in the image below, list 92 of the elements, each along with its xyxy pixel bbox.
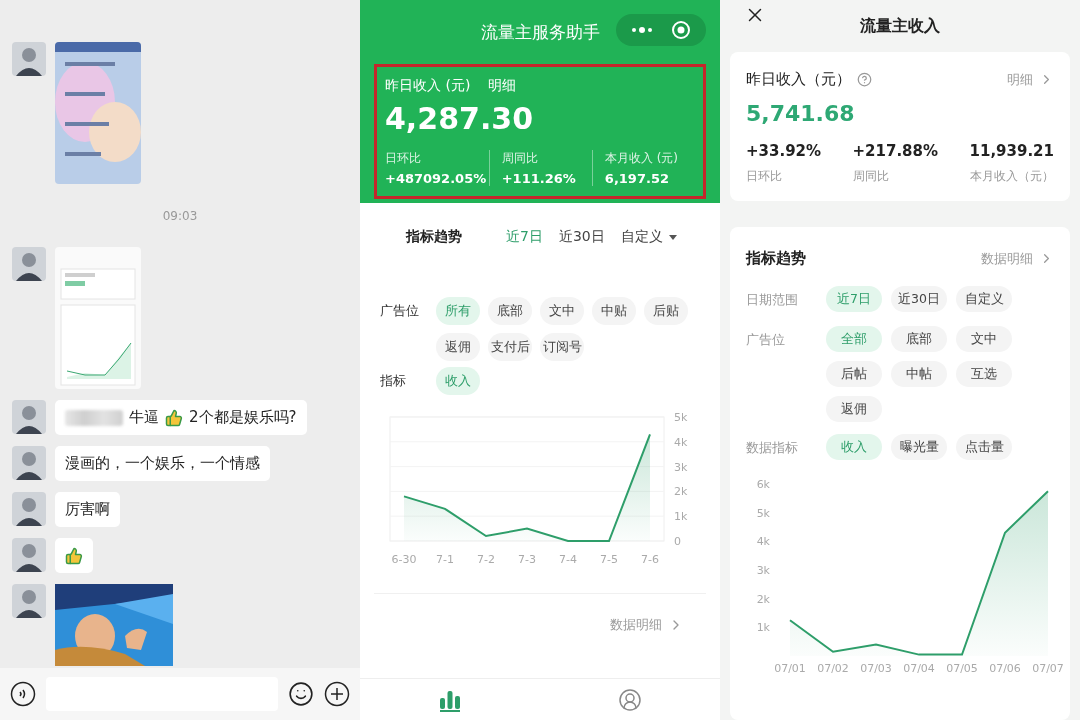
axis-label: 7-5 [600,553,618,566]
help-icon[interactable] [857,72,872,87]
summary-label: 昨日收入 (元) [385,77,471,95]
income-amount: 4,287.30 [385,101,535,136]
axis-label: 0 [674,535,681,548]
filter-label: 广告位 [380,302,420,320]
axis-label: 1k [756,621,770,635]
thumbs-up-icon [165,408,183,427]
user-icon [618,687,642,712]
timestamp: 09:03 [162,208,198,225]
thumbs-up-icon [65,546,83,565]
filter-label: 指标 [380,372,407,390]
message-text: 漫画的，一个娱乐，一个情感 [65,454,260,473]
avatar [12,446,46,480]
filter-chip[interactable]: 文中 [540,297,584,325]
filter-chip[interactable]: 中帖 [891,361,947,387]
filter-label: 广告位 [746,331,786,349]
range-tab[interactable]: 近30日 [558,228,605,246]
axis-label: 7-1 [436,553,454,566]
axis-label: 7-6 [641,553,659,566]
axis-label: 07/03 [860,662,892,675]
filter-chip[interactable]: 互选 [956,361,1012,387]
section-title: 指标趋势 [746,249,806,268]
filter-chip[interactable]: 后贴 [644,297,688,325]
stat-value: 6,197.52 [604,171,670,186]
axis-label: 2k [674,485,688,499]
stat-value: +111.26% [501,171,577,186]
axis-label: 07/05 [946,662,978,675]
target-icon[interactable] [671,20,691,40]
axis-label: 07/06 [989,662,1021,675]
axis-label: 07/07 [1032,662,1064,675]
axis-label: 1k [674,510,688,524]
filter-chip[interactable]: 近30日 [891,286,947,312]
stat-label: 日环比 [385,150,422,167]
filter-chip[interactable]: 后帖 [826,361,882,387]
axis-label: 6k [756,478,770,491]
plus-icon[interactable] [324,681,350,707]
avatar [12,42,46,76]
avatar [12,247,46,281]
axis-label: 07/01 [774,662,806,675]
axis-label: 7-3 [518,553,536,566]
page-title: 流量主收入 [860,15,940,37]
axis-label: 4k [674,435,688,449]
filter-chip[interactable]: 点击量 [956,434,1012,460]
filter-chip[interactable]: 支付后 [488,333,532,361]
stat-label: 日环比 [746,168,783,185]
axis-label: 5k [674,411,688,424]
axis-label: 7-2 [477,553,495,566]
stat-value: +217.88% [852,142,939,160]
message-text: 2个都是娱乐吗? [189,408,297,427]
filter-chip[interactable]: 订阅号 [540,333,584,361]
message-text: 厉害啊 [65,500,110,519]
axis-label: 3k [756,564,770,577]
avatar [12,400,46,434]
axis-label: 6-30 [391,553,417,566]
blurred-text [65,409,123,426]
filter-chip[interactable]: 曝光量 [891,434,947,460]
axis-label: 07/04 [903,662,935,675]
stat-label: 周同比 [501,150,539,167]
filter-chip[interactable]: 返佣 [436,333,480,361]
stat-label: 本月收入（元） [969,168,1054,185]
stat-value: +33.92% [746,142,822,160]
section-title: 指标趋势 [406,228,463,246]
axis-label: 07/02 [817,662,849,675]
stat-label: 周同比 [852,168,890,185]
filter-chip[interactable]: 底部 [488,297,532,325]
avatar [12,584,46,618]
filter-label: 数据指标 [746,439,799,457]
filter-chip[interactable]: 底部 [891,326,947,352]
avatar [12,538,46,572]
filter-chip[interactable]: 中贴 [592,297,636,325]
voice-icon[interactable] [10,681,36,707]
filter-chip[interactable]: 自定义 [956,286,1012,312]
income-amount: 5,741.68 [746,101,856,126]
app-title: 流量主服务助手 [480,20,600,44]
summary-label: 昨日收入（元） [746,70,851,89]
filter-chip[interactable]: 返佣 [826,396,882,422]
axis-label: 4k [756,535,770,549]
avatar [12,492,46,526]
stat-label: 本月收入 (元) [604,150,680,167]
axis-label: 5k [756,506,770,520]
filter-label: 日期范围 [746,291,799,309]
axis-label: 3k [674,460,688,474]
axis-label: 7-4 [559,553,577,566]
stat-value: 11,939.21 [969,142,1054,160]
emoji-icon[interactable] [288,681,314,707]
range-tab[interactable]: 自定义 [620,228,677,246]
axis-label: 2k [756,592,770,606]
more-icon[interactable] [631,27,653,33]
filter-chip[interactable]: 文中 [956,326,1012,352]
stat-value: +487092.05% [385,171,488,186]
message-text: 牛逼 [129,408,159,427]
